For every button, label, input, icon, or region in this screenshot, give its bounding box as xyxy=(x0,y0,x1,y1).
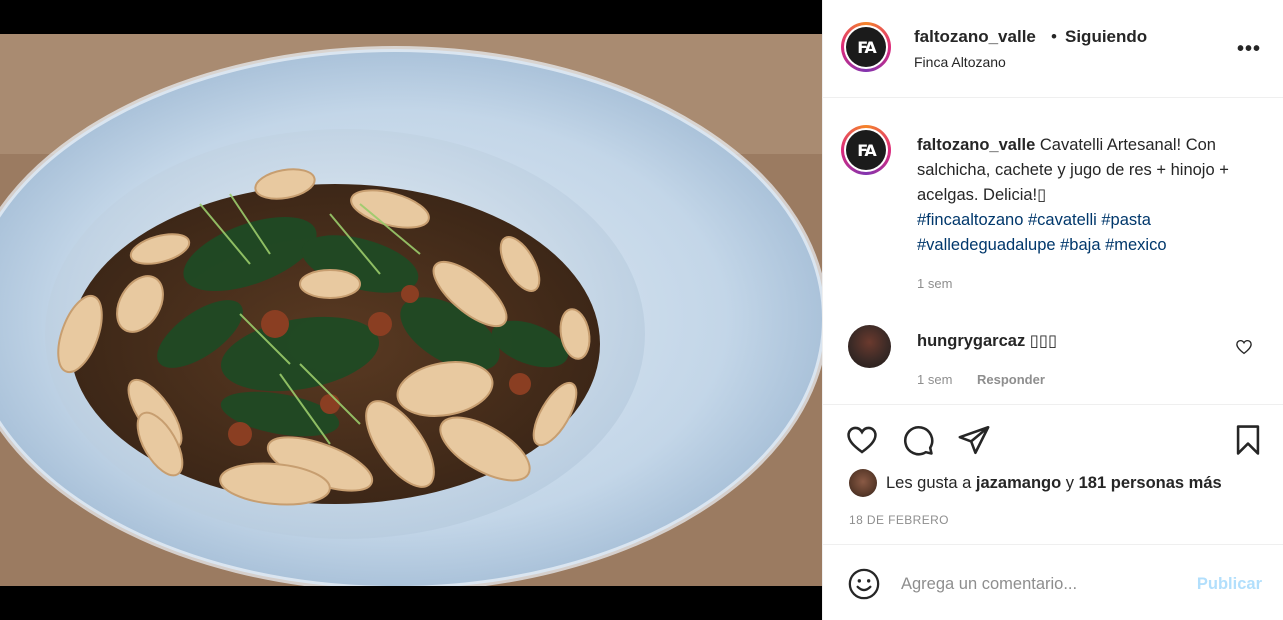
caption-avatar-logo: FA xyxy=(846,130,886,170)
more-options-button[interactable]: ••• xyxy=(1237,38,1261,61)
account-username[interactable]: faltozano_valle xyxy=(914,27,1036,47)
pasta-dish-image xyxy=(0,34,822,586)
likes-others-link[interactable]: 181 personas más xyxy=(1079,474,1222,492)
comment-heart-icon[interactable] xyxy=(1235,338,1253,356)
account-logo: FA xyxy=(846,27,886,67)
header-separator: • xyxy=(1051,27,1057,46)
reply-button[interactable]: Responder xyxy=(977,372,1045,387)
bookmark-icon[interactable] xyxy=(1231,423,1265,457)
caption: faltozano_valle Cavatelli Artesanal! Con… xyxy=(917,133,1262,258)
liker-avatar[interactable] xyxy=(849,469,877,497)
likes-text: Les gusta a jazamango y 181 personas más xyxy=(886,474,1222,493)
smiley-icon[interactable] xyxy=(847,567,881,601)
caption-username[interactable]: faltozano_valle xyxy=(917,136,1035,154)
caption-avatar[interactable]: FA xyxy=(841,125,891,175)
comment-input[interactable] xyxy=(901,567,1181,601)
more-icon: ••• xyxy=(1236,38,1261,60)
account-avatar[interactable]: FA xyxy=(841,22,891,72)
likes-conjunction: y xyxy=(1065,473,1075,492)
post-actions: Les gusta a jazamango y 181 personas más… xyxy=(823,404,1283,544)
comment-time[interactable]: 1 sem xyxy=(917,372,952,387)
post-location[interactable]: Finca Altozano xyxy=(914,54,1006,70)
commenter-username[interactable]: hungrygarcaz xyxy=(917,332,1025,350)
following-button[interactable]: Siguiendo xyxy=(1065,27,1147,47)
publish-button[interactable]: Publicar xyxy=(1197,575,1262,594)
caption-hashtags[interactable]: #fincaaltozano #cavatelli #pasta #valled… xyxy=(917,211,1167,254)
paper-plane-icon[interactable] xyxy=(957,423,991,457)
post-photo[interactable] xyxy=(0,34,822,586)
comment-text: ▯▯▯ xyxy=(1029,332,1058,350)
post-photo-panel xyxy=(0,0,822,620)
likes-summary: Les gusta a jazamango y 181 personas más xyxy=(849,469,1222,497)
commenter-avatar[interactable] xyxy=(848,325,891,368)
likes-prefix: Les gusta a xyxy=(886,473,972,492)
comment-composer: Publicar xyxy=(823,544,1283,620)
post-date[interactable]: 18 DE FEBRERO xyxy=(849,513,949,527)
post-header: FA faltozano_valle • Siguiendo Finca Alt… xyxy=(823,0,1283,98)
liker-username[interactable]: jazamango xyxy=(976,474,1061,492)
caption-emoji: ▯ xyxy=(1037,186,1047,204)
comment-icon[interactable] xyxy=(901,423,935,457)
post-side-panel: FA faltozano_valle • Siguiendo Finca Alt… xyxy=(822,0,1283,620)
caption-time[interactable]: 1 sem xyxy=(917,276,952,291)
comment-item: hungrygarcaz ▯▯▯ xyxy=(917,331,1057,351)
heart-icon[interactable] xyxy=(845,423,879,457)
comments-section: FA faltozano_valle Cavatelli Artesanal! … xyxy=(823,98,1283,404)
